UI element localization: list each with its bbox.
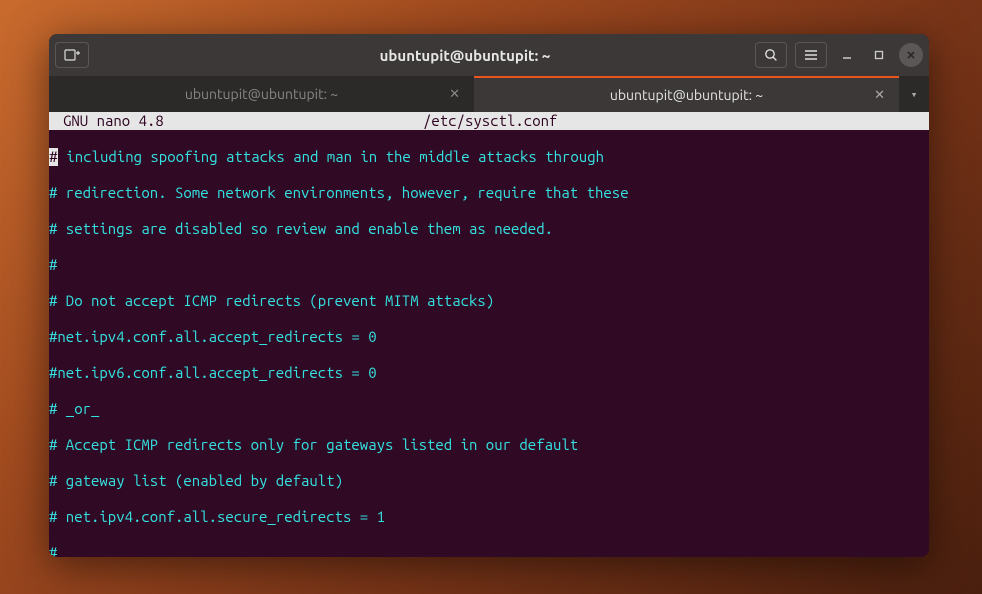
tab-close-icon[interactable]: ✕ — [449, 87, 460, 102]
search-button[interactable] — [755, 42, 787, 68]
content-line: # Accept ICMP redirects only for gateway… — [49, 436, 929, 454]
content-line: # redirection. Some network environments… — [49, 184, 929, 202]
close-icon — [906, 50, 916, 60]
hamburger-icon — [804, 49, 818, 61]
close-button[interactable] — [899, 43, 923, 67]
content-line: # gateway list (enabled by default) — [49, 472, 929, 490]
window-title: ubuntupit@ubuntupit: ~ — [175, 47, 755, 64]
search-icon — [764, 48, 778, 62]
tab-dropdown-button[interactable]: ▾ — [899, 76, 929, 112]
editor-content[interactable]: # including spoofing attacks and man in … — [49, 130, 929, 557]
nano-file-path: /etc/sysctl.conf — [423, 112, 915, 130]
tab-active[interactable]: ubuntupit@ubuntupit: ~ ✕ — [474, 76, 899, 112]
titlebar: ubuntupit@ubuntupit: ~ — [49, 34, 929, 76]
tab-bar: ubuntupit@ubuntupit: ~ ✕ ubuntupit@ubunt… — [49, 76, 929, 112]
tab-label: ubuntupit@ubuntupit: ~ — [185, 86, 338, 102]
content-line: # — [49, 544, 929, 557]
nano-app-name: GNU nano 4.8 — [63, 112, 423, 130]
chevron-down-icon: ▾ — [911, 88, 918, 101]
content-line: # settings are disabled so review and en… — [49, 220, 929, 238]
content-line: # — [49, 256, 929, 274]
terminal-body[interactable]: GNU nano 4.8 /etc/sysctl.conf # includin… — [49, 112, 929, 557]
tab-label: ubuntupit@ubuntupit: ~ — [610, 87, 763, 103]
content-line: including spoofing attacks and man in th… — [58, 148, 604, 165]
content-line: #net.ipv4.conf.all.accept_redirects = 0 — [49, 328, 929, 346]
minimize-button[interactable] — [835, 43, 859, 67]
nano-header: GNU nano 4.8 /etc/sysctl.conf — [49, 112, 929, 130]
tab-close-icon[interactable]: ✕ — [874, 88, 885, 103]
menu-button[interactable] — [795, 42, 827, 68]
maximize-icon — [874, 50, 884, 60]
tab-inactive[interactable]: ubuntupit@ubuntupit: ~ ✕ — [49, 76, 474, 112]
cursor-highlight: # — [49, 148, 58, 166]
new-tab-icon — [64, 48, 80, 62]
new-tab-button[interactable] — [55, 42, 89, 68]
content-line: #net.ipv6.conf.all.accept_redirects = 0 — [49, 364, 929, 382]
content-line: # _or_ — [49, 400, 929, 418]
content-line: # Do not accept ICMP redirects (prevent … — [49, 292, 929, 310]
terminal-window: ubuntupit@ubuntupit: ~ — [49, 34, 929, 557]
content-line: # net.ipv4.conf.all.secure_redirects = 1 — [49, 508, 929, 526]
maximize-button[interactable] — [867, 43, 891, 67]
minimize-icon — [842, 50, 852, 60]
